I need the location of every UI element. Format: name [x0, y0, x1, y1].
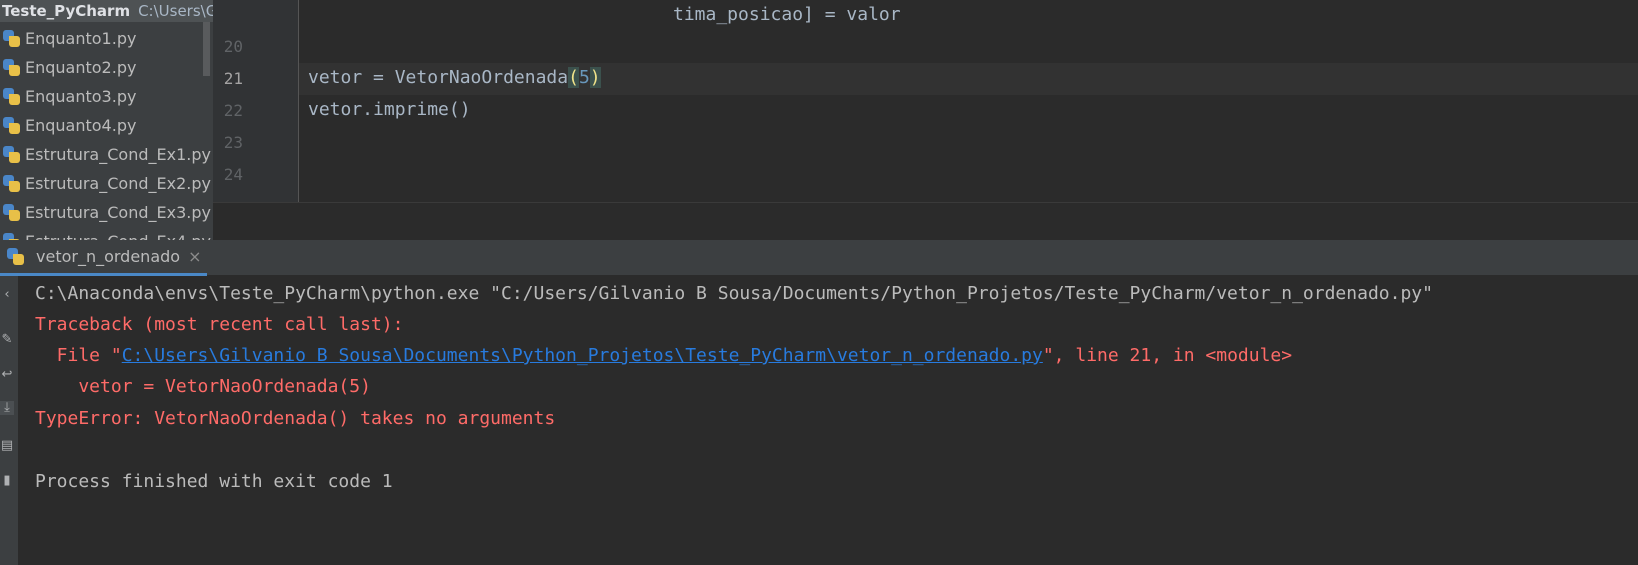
- python-file-icon: [2, 174, 21, 193]
- project-path: C:\Users\Gilvanio B Sousa\Documents\Pyth…: [138, 2, 213, 20]
- code-line-19-fragment: tima_posicao] = valor: [673, 4, 901, 25]
- rerun-icon[interactable]: ‹: [0, 288, 14, 302]
- scroll-to-end-icon[interactable]: ⤓: [0, 401, 14, 415]
- console-file-line: File "C:\Users\Gilvanio B Sousa\Document…: [35, 345, 1292, 366]
- edit-icon[interactable]: ✎: [0, 333, 14, 347]
- python-file-icon: [2, 116, 21, 135]
- console-exit: Process finished with exit code 1: [35, 471, 393, 492]
- file-name: Estrutura_Cond_Ex1.py: [25, 145, 211, 164]
- python-file-icon: [2, 58, 21, 77]
- project-name: Teste_PyCharm: [2, 2, 131, 20]
- editor-footer-area: [213, 202, 1638, 241]
- console-output[interactable]: C:\Anaconda\envs\Teste_PyCharm\python.ex…: [18, 276, 1638, 565]
- file-suffix: ", line 21, in <module>: [1042, 345, 1293, 366]
- console-traceback: Traceback (most recent call last):: [35, 314, 404, 335]
- line-number: 20: [223, 37, 243, 56]
- code-editor[interactable]: 20 21 22 23 24 tima_posicao] = valor vet…: [213, 0, 1638, 202]
- code-line-22: vetor.imprime(): [308, 99, 471, 120]
- close-icon[interactable]: ×: [188, 247, 201, 266]
- code-line-21: vetor = VetorNaoOrdenada(5): [308, 67, 601, 88]
- project-panel: Teste_PyCharm C:\Users\Gilvanio B Sousa\…: [0, 0, 213, 240]
- delete-icon[interactable]: ▮: [0, 474, 14, 488]
- console-error: TypeError: VetorNaoOrdenada() takes no a…: [35, 408, 556, 429]
- run-toolbar: ‹ ✎ ↩ ⤓ ▤ ▮: [0, 276, 18, 565]
- line-number-current: 21: [223, 69, 243, 88]
- soft-wrap-icon[interactable]: ↩: [0, 368, 14, 382]
- run-tab-bar: vetor_n_ordenado ×: [0, 240, 1638, 276]
- python-file-icon: [2, 232, 21, 240]
- python-file-icon: [2, 29, 21, 48]
- run-tab[interactable]: vetor_n_ordenado ×: [0, 240, 207, 276]
- file-item[interactable]: Estrutura_Cond_Ex1.py: [0, 140, 211, 169]
- gutter-border: [298, 0, 299, 202]
- file-name: Enquanto3.py: [25, 87, 137, 106]
- file-item[interactable]: Enquanto4.py: [0, 111, 205, 140]
- file-name: Estrutura_Cond_Ex3.py: [25, 203, 211, 222]
- file-name: Estrutura_Cond_Ex2.py: [25, 174, 211, 193]
- file-name: Enquanto1.py: [25, 29, 137, 48]
- number-literal: 5: [578, 67, 590, 88]
- python-file-icon: [2, 87, 21, 106]
- console-command: C:\Anaconda\envs\Teste_PyCharm\python.ex…: [35, 283, 1433, 304]
- line-number: 23: [223, 133, 243, 152]
- file-item[interactable]: Enquanto3.py: [0, 82, 205, 111]
- file-link[interactable]: C:\Users\Gilvanio B Sousa\Documents\Pyth…: [122, 345, 1043, 366]
- python-file-icon: [2, 203, 21, 222]
- file-name: Estrutura_Cond_Ex4.py: [25, 232, 211, 240]
- file-name: Enquanto2.py: [25, 58, 137, 77]
- file-item[interactable]: Estrutura_Cond_Ex2.py: [0, 169, 211, 198]
- editor-gutter: 20 21 22 23 24: [213, 0, 299, 202]
- line-number: 24: [223, 165, 243, 184]
- paren-open: (: [568, 67, 579, 88]
- paren-close: ): [589, 67, 601, 88]
- code-text: vetor = VetorNaoOrdenada: [308, 67, 569, 88]
- file-item[interactable]: Estrutura_Cond_Ex4.py: [0, 227, 211, 240]
- file-item[interactable]: Enquanto1.py: [0, 24, 205, 53]
- file-item[interactable]: Estrutura_Cond_Ex3.py: [0, 198, 211, 227]
- file-list: Enquanto1.py Enquanto2.py Enquanto3.py Enqu…: [0, 24, 211, 240]
- print-icon[interactable]: ▤: [0, 439, 14, 453]
- project-header[interactable]: Teste_PyCharm C:\Users\Gilvanio B Sousa\…: [0, 0, 213, 22]
- python-file-icon: [6, 247, 25, 266]
- file-prefix: File ": [35, 345, 122, 366]
- file-item[interactable]: Enquanto2.py: [0, 53, 205, 82]
- file-name: Enquanto4.py: [25, 116, 137, 135]
- python-file-icon: [2, 145, 21, 164]
- run-tab-label: vetor_n_ordenado: [36, 247, 181, 266]
- line-number: 22: [223, 101, 243, 120]
- console-code-line: vetor = VetorNaoOrdenada(5): [35, 376, 371, 397]
